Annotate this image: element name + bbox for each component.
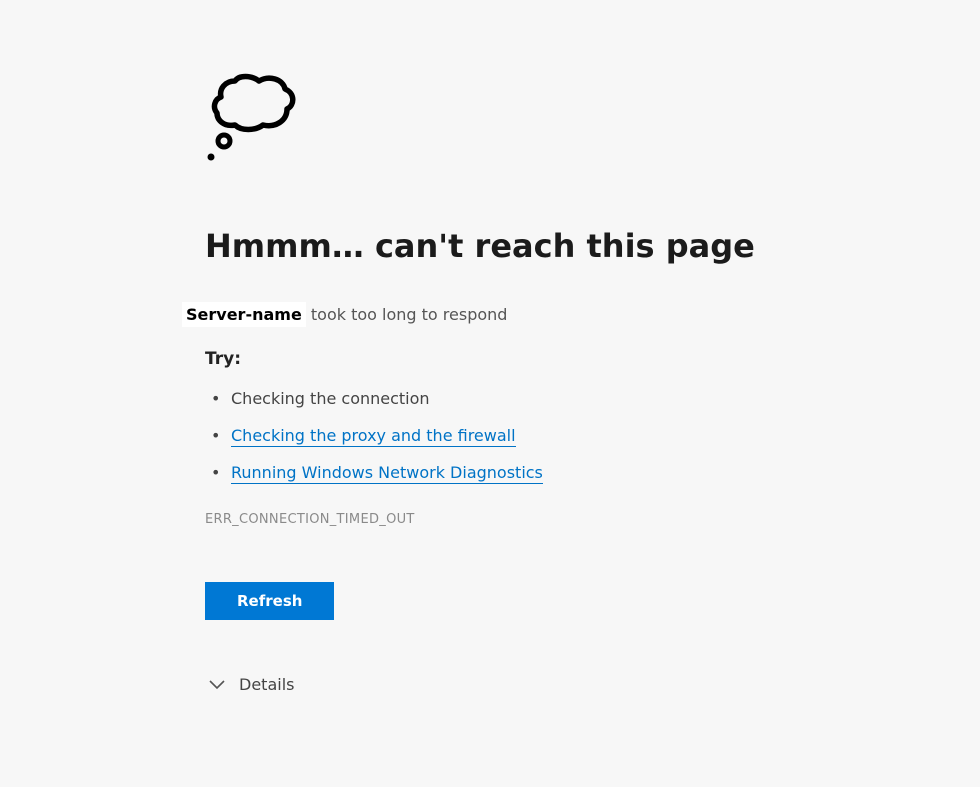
thought-bubble-icon (207, 73, 980, 167)
suggestions-list: Checking the connection Checking the pro… (205, 389, 980, 482)
details-label: Details (239, 675, 294, 694)
refresh-button[interactable]: Refresh (205, 582, 334, 620)
suggestion-item: Checking the connection (211, 389, 980, 408)
suggestion-text: Checking the connection (231, 389, 430, 408)
server-suffix: took too long to respond (306, 305, 508, 324)
details-toggle[interactable]: Details (205, 675, 980, 694)
page-title: Hmmm… can't reach this page (205, 227, 980, 265)
proxy-firewall-link[interactable]: Checking the proxy and the firewall (231, 426, 516, 447)
network-diagnostics-link[interactable]: Running Windows Network Diagnostics (231, 463, 543, 484)
error-code: ERR_CONNECTION_TIMED_OUT (205, 512, 980, 527)
suggestion-item: Checking the proxy and the firewall (211, 426, 980, 445)
server-name: Server-name (182, 302, 306, 327)
error-page-container: Hmmm… can't reach this page Server-name … (0, 0, 980, 694)
try-label: Try: (205, 349, 980, 369)
chevron-down-icon (209, 675, 225, 694)
suggestion-item: Running Windows Network Diagnostics (211, 463, 980, 482)
server-response-line: Server-name took too long to respond (182, 305, 980, 324)
